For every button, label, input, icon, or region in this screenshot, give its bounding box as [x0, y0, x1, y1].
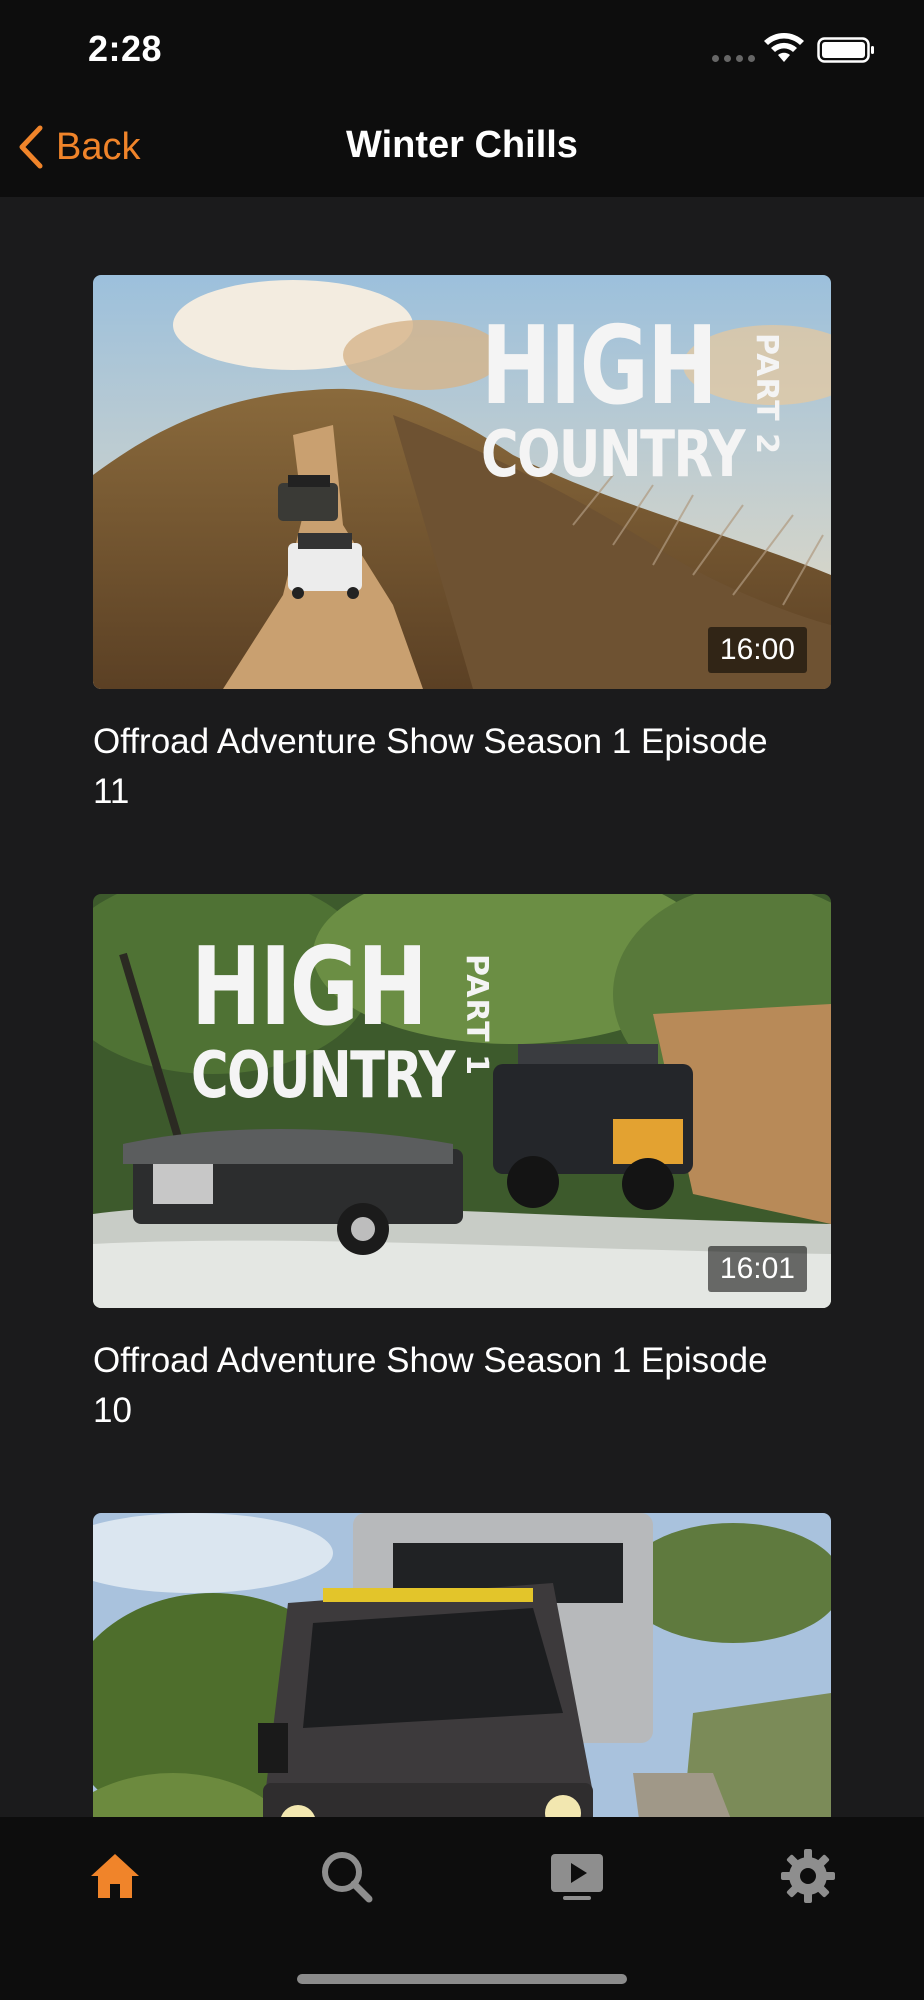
gear-icon	[781, 1849, 835, 1903]
video-thumbnail[interactable]	[93, 1513, 831, 1817]
video-card[interactable]	[93, 1513, 831, 1817]
home-icon	[91, 1854, 139, 1898]
video-title[interactable]: Offroad Adventure Show Season 1 Episode …	[93, 717, 793, 817]
thumbnail-title-art: HIGH COUNTRY PART 2	[481, 304, 784, 492]
wifi-icon	[764, 33, 804, 62]
tab-search[interactable]	[311, 1841, 381, 1911]
battery-icon	[817, 37, 874, 63]
thumbnail-title-art: HIGH COUNTRY PART 1	[191, 925, 494, 1113]
status-time: 2:28	[88, 28, 163, 69]
search-icon	[322, 1852, 373, 1903]
video-title[interactable]: Offroad Adventure Show Season 1 Episode …	[93, 1336, 793, 1436]
tab-settings[interactable]	[773, 1841, 843, 1911]
video-card[interactable]: HIGH COUNTRY PART 1 16:01 Offroad Advent…	[93, 894, 831, 1436]
home-indicator[interactable]	[297, 1974, 627, 1984]
duration-badge: 16:01	[707, 1246, 807, 1292]
video-thumbnail[interactable]: HIGH COUNTRY PART 2 16:00	[93, 275, 831, 689]
tab-bar	[0, 1817, 924, 2000]
tab-library[interactable]	[542, 1841, 612, 1911]
status-bar: 2:28	[0, 0, 924, 100]
video-thumbnail[interactable]: HIGH COUNTRY PART 1 16:01	[93, 894, 831, 1308]
tab-home[interactable]	[80, 1841, 150, 1911]
page-title: Winter Chills	[346, 124, 578, 166]
cellular-signal-icon	[712, 55, 755, 62]
video-list: HIGH COUNTRY PART 2 16:00 Offroad Advent…	[0, 197, 924, 1817]
thumbnail-image	[93, 1513, 831, 1817]
duration-badge: 16:00	[707, 627, 807, 673]
video-card[interactable]: HIGH COUNTRY PART 2 16:00 Offroad Advent…	[93, 275, 831, 817]
video-library-icon	[551, 1854, 603, 1900]
navigation-bar: Back Winter Chills	[0, 100, 924, 197]
